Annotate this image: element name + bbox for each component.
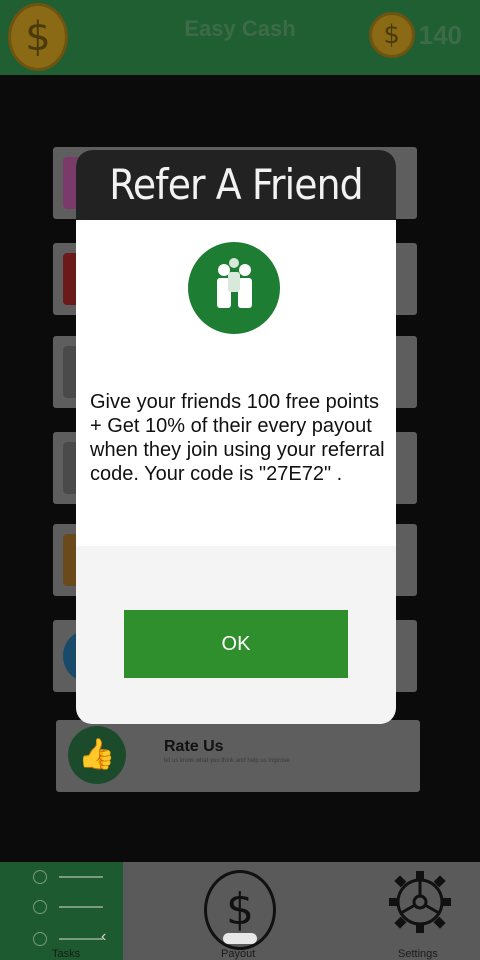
app-screen: $ Easy Cash $ 140 👍 Rate Us let us know … <box>0 0 480 960</box>
dialog-title: Refer A Friend <box>109 160 363 209</box>
friends-icon <box>188 242 280 334</box>
dialog-message: Give your friends 100 free points + Get … <box>90 391 385 485</box>
list-icon <box>33 932 108 946</box>
rate-us-subtitle: let us know what you think and help us i… <box>164 758 290 764</box>
dialog-header: Refer A Friend <box>76 150 396 220</box>
nav-tasks[interactable]: ‹ Tasks <box>0 862 123 960</box>
nav-payout-label[interactable]: Payout <box>221 948 255 960</box>
rate-us-title: Rate Us <box>164 738 224 755</box>
points-display: $ 140 <box>368 11 462 59</box>
dollar-coin-icon: $ <box>368 12 415 58</box>
back-icon[interactable]: ‹ <box>101 928 106 946</box>
thumbs-up-icon: 👍 <box>68 726 126 784</box>
list-icon <box>33 900 108 914</box>
points-value: 140 <box>418 19 462 50</box>
home-indicator[interactable] <box>223 933 257 944</box>
list-icon <box>33 870 108 884</box>
ok-button[interactable]: OK <box>124 610 348 678</box>
dialog-body: Give your friends 100 free points + Get … <box>76 220 396 546</box>
refer-friend-dialog: Refer A Friend Give your friends 100 fre… <box>76 150 396 724</box>
header: $ Easy Cash $ 140 <box>0 0 480 75</box>
rate-us-card[interactable]: 👍 Rate Us let us know what you think and… <box>56 720 420 792</box>
gear-icon[interactable] <box>386 868 454 936</box>
nav-tasks-label: Tasks <box>52 948 81 960</box>
nav-settings-label[interactable]: Settings <box>398 948 438 960</box>
